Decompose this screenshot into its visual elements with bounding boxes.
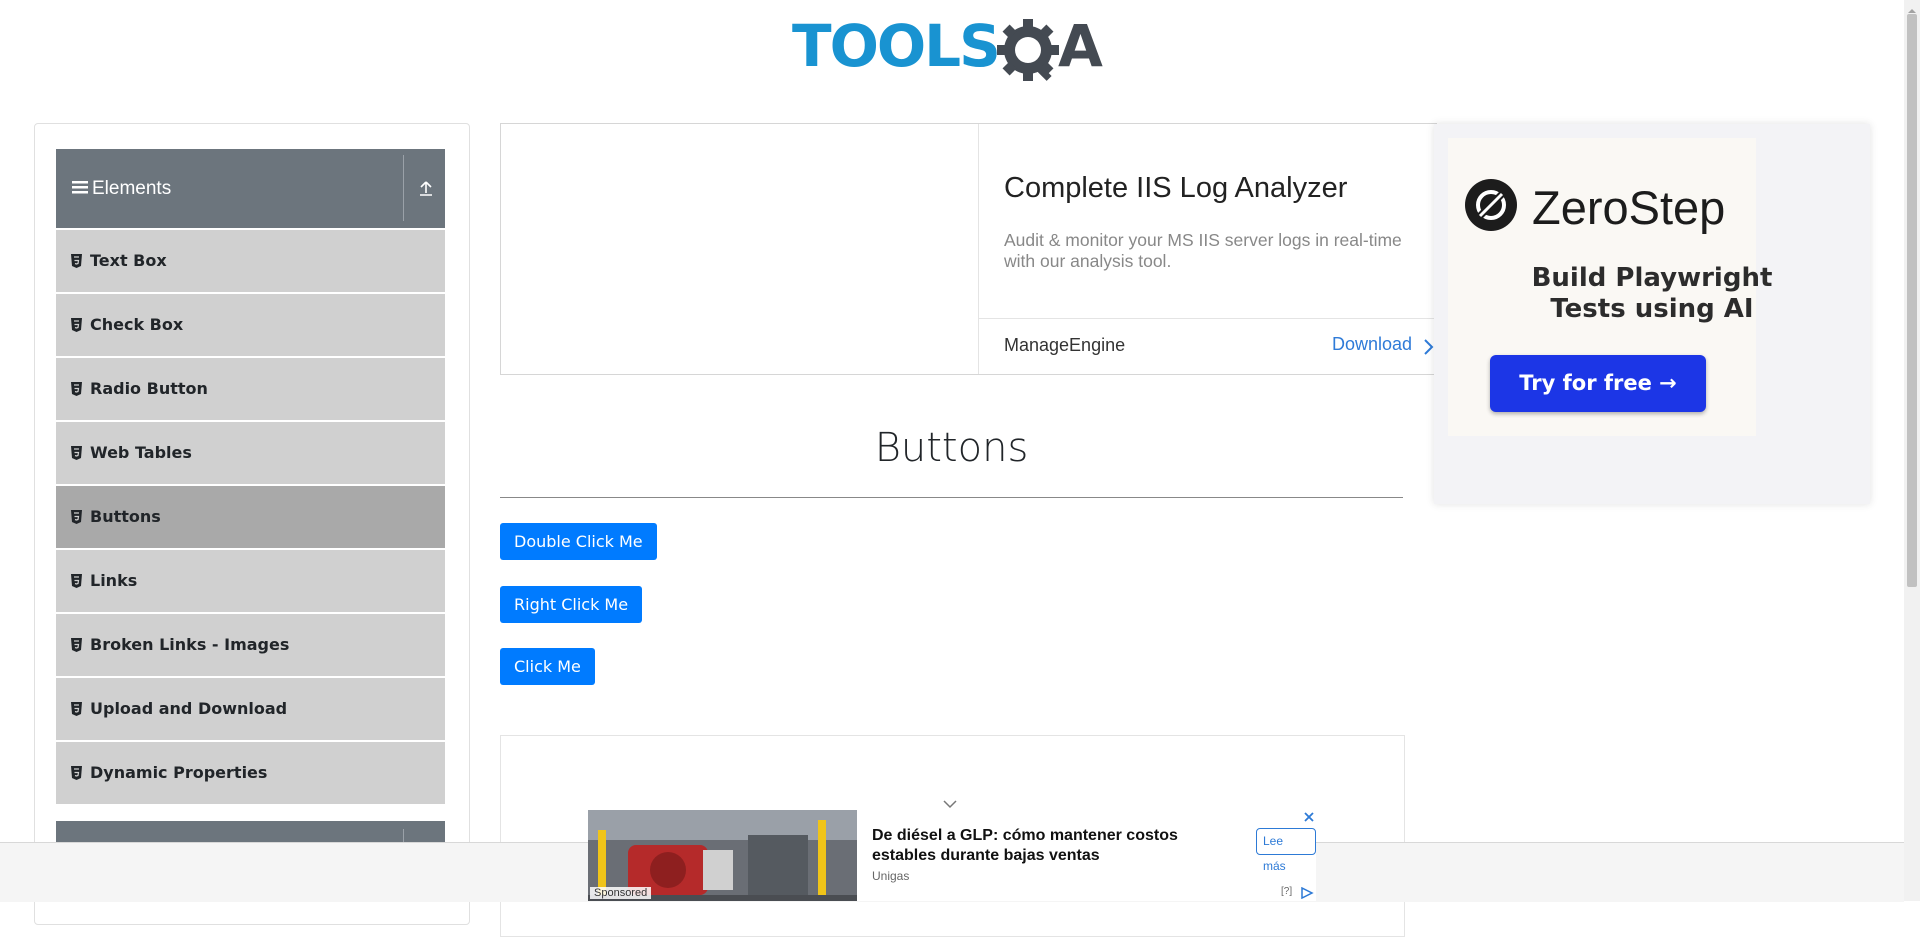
adchoices-icon[interactable] [1300,886,1314,900]
sidebar-item-label: Upload and Download [90,699,288,718]
html5-icon [71,254,82,268]
sidebar-item-text-box[interactable]: Text Box [56,228,445,292]
html5-icon [71,766,82,780]
ad-title[interactable]: Complete IIS Log Analyzer [1004,172,1347,205]
ad-image-area [501,124,979,374]
divider [500,497,1403,498]
ad-source: Unigas [872,869,910,883]
right-click-button[interactable]: Right Click Me [500,586,643,623]
ad-help[interactable]: [?] [1281,886,1292,897]
html5-icon [71,446,82,460]
html5-icon [71,574,82,588]
ad-tagline: Build Playwright Tests using AI [1434,263,1870,325]
chevron-down-icon[interactable] [943,796,957,809]
html5-icon [71,318,82,332]
sidebar-item-label: Check Box [90,315,184,334]
html5-icon [71,638,82,652]
read-more-button[interactable]: Lee más [1256,828,1316,873]
logo-text-tools: TOOLS [792,14,999,80]
sidebar-item-radio-button[interactable]: Radio Button [56,356,445,420]
group-title-label: Elements [92,178,172,199]
tagline-line-2: Tests using AI [1550,294,1754,324]
sidebar-item-label: Links [90,571,138,590]
divider [978,318,1436,319]
html5-icon [71,382,82,396]
gear-icon [997,19,1059,81]
tagline-line-1: Build Playwright [1531,263,1773,293]
footer-ad[interactable]: Sponsored De diésel a GLP: cómo mantener… [588,810,1316,901]
close-icon[interactable] [1302,810,1316,824]
collapse-arrow-icon[interactable] [418,179,434,197]
sidebar-item-upload-and-download[interactable]: Upload and Download [56,676,445,740]
sidebar-item-web-tables[interactable]: Web Tables [56,420,445,484]
sidebar-item-label: Dynamic Properties [90,763,268,782]
sidebar-item-broken-links-images[interactable]: Broken Links - Images [56,612,445,676]
scroll-up-arrow-icon[interactable] [1908,2,1916,13]
scrollbar-thumb[interactable] [1907,14,1917,587]
logo-text-a: A [1058,14,1103,80]
sponsored-label: Sponsored [590,887,652,899]
sidebar-item-label: Broken Links - Images [90,635,290,654]
divider [403,155,404,221]
top-ad-banner[interactable]: Complete IIS Log Analyzer Audit & monito… [500,123,1437,375]
try-for-free-button[interactable]: Try for free → [1490,355,1706,412]
sidebar-item-label: Buttons [90,507,161,526]
double-click-button[interactable]: Double Click Me [500,523,657,560]
zerostep-logo-icon [1464,178,1518,232]
sidebar-item-links[interactable]: Links [56,548,445,612]
menu-icon [72,149,88,228]
sidebar-item-buttons[interactable]: Buttons [56,484,445,548]
ad-download-link[interactable]: Download [1332,334,1412,355]
sidebar-item-dynamic-properties[interactable]: Dynamic Properties [56,740,445,804]
html5-icon [71,510,82,524]
sidebar-item-label: Text Box [90,251,167,270]
sidebar-item-label: Radio Button [90,379,208,398]
toolsqa-logo[interactable]: TOOLS A [792,12,1114,90]
sidebar-item-check-box[interactable]: Check Box [56,292,445,356]
ad-headline[interactable]: De diésel a GLP: cómo mantener costos es… [872,826,1202,866]
ad-brand[interactable]: ManageEngine [1004,335,1125,356]
group-header-elements[interactable]: Elements [56,149,445,228]
html5-icon [71,702,82,716]
zerostep-brand: ZeroStep [1532,181,1726,234]
click-me-button[interactable]: Click Me [500,648,595,685]
ad-image[interactable]: Sponsored [588,810,857,901]
zerostep-ad[interactable]: ZeroStep Build Playwright Tests using AI… [1434,124,1870,504]
sidebar-item-label: Web Tables [90,443,192,462]
group-title: Elements [72,149,171,228]
page-title: Buttons [874,425,1029,471]
ad-description: Audit & monitor your MS IIS server logs … [1004,230,1402,271]
